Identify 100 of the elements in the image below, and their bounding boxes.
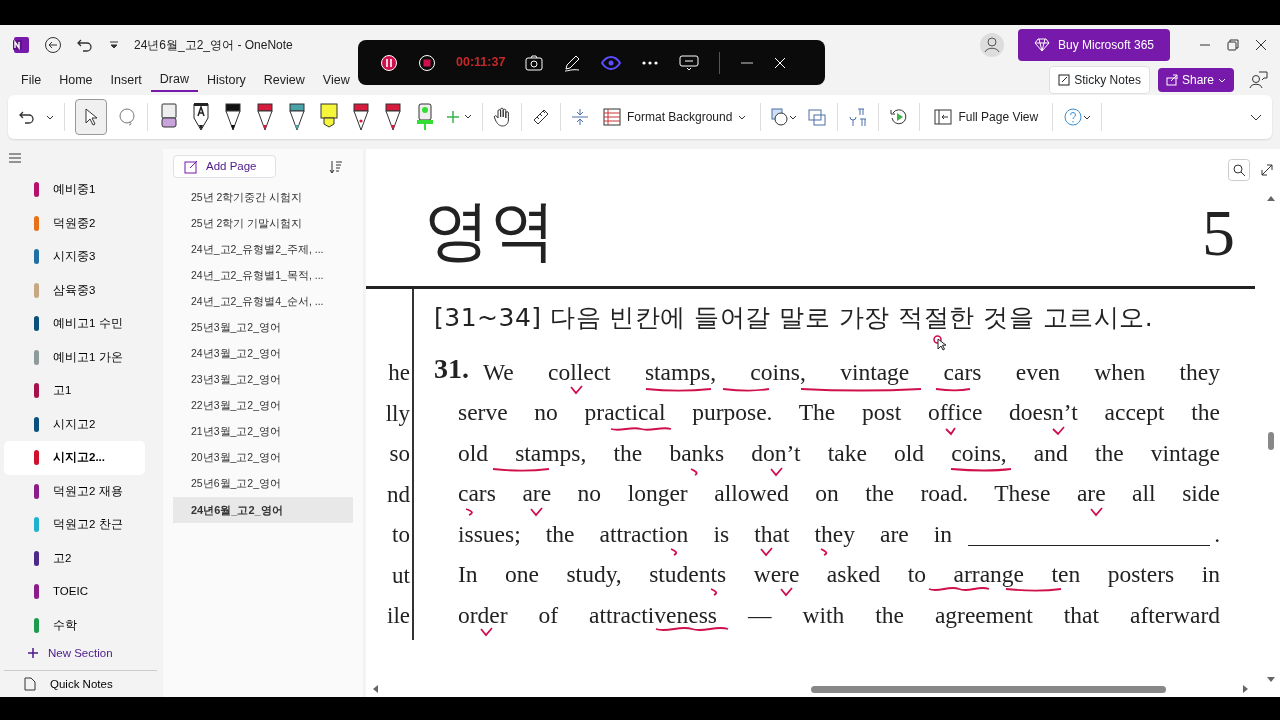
menu-tab[interactable]: Draw	[150, 67, 198, 93]
full-page-icon	[934, 108, 953, 126]
lasso-icon[interactable]	[117, 107, 137, 127]
onenote-logo-icon[interactable]	[12, 36, 30, 54]
search-icon[interactable]	[1228, 159, 1250, 181]
section-tab[interactable]: 시지고2	[4, 407, 145, 442]
page-item[interactable]: 25년 2학기중간 시험지	[173, 185, 353, 212]
section-tab[interactable]: 덕원고2 찬근	[4, 508, 145, 542]
page-item[interactable]: 20년3월_고2_영어	[173, 445, 353, 472]
menu-icon[interactable]	[7, 151, 23, 165]
buy-button[interactable]: Buy Microsoft 365	[1017, 29, 1170, 61]
section-tab[interactable]: 덕원고2 재용	[4, 474, 145, 509]
caption-icon[interactable]	[679, 54, 700, 71]
section-tab[interactable]: 고1	[4, 374, 145, 408]
page-item[interactable]: 24년_고2_유형별4_순서, ...	[173, 289, 353, 316]
edit-icon	[184, 159, 198, 174]
window-title: 24년6월_고2_영어 - OneNote	[134, 37, 293, 54]
pen-icon[interactable]	[190, 102, 212, 132]
ink-to-math-icon[interactable]	[848, 107, 869, 127]
new-section-button[interactable]: New Section	[4, 642, 145, 665]
eye-icon[interactable]	[601, 55, 622, 70]
feedback-icon[interactable]	[1248, 70, 1268, 90]
pen-icon[interactable]	[350, 102, 372, 132]
help-icon[interactable]	[1063, 107, 1092, 127]
full-page-view-button[interactable]: Full Page View	[930, 104, 1043, 130]
add-page-button[interactable]: Add Page	[173, 155, 276, 179]
pen-icon[interactable]	[563, 53, 582, 72]
passage-line: serve no practical purpose. The post office doesn’t accept the	[457, 398, 1220, 427]
plus-icon	[28, 648, 38, 659]
quick-access-dropdown-icon[interactable]	[108, 39, 120, 51]
shapes-icon[interactable]	[771, 108, 798, 126]
question-number: 31.	[434, 354, 469, 386]
page-icon	[24, 677, 36, 692]
page-item[interactable]: 24년6월_고2_영어	[173, 497, 353, 524]
expand-icon[interactable]	[1260, 163, 1274, 177]
menu-tab[interactable]: Insert	[101, 68, 151, 92]
section-tab[interactable]: 예비고1 가온	[4, 340, 145, 375]
menu-tab[interactable]: History	[197, 68, 255, 92]
sort-icon[interactable]	[329, 159, 343, 174]
mouse-cursor-icon	[933, 335, 947, 351]
menu-tab[interactable]: Home	[50, 68, 102, 92]
passage-line: We collect stamps, coins, vintage cars even when they	[483, 357, 1220, 387]
stop-icon[interactable]	[418, 53, 436, 72]
caret-icon	[1218, 76, 1226, 84]
avatar-icon[interactable]	[979, 33, 1004, 57]
section-tab[interactable]: 삼육중3	[4, 273, 145, 308]
menu-tab[interactable]: File	[12, 68, 51, 92]
page-item[interactable]: 24년_고2_유형별1_목적, ...	[173, 263, 353, 290]
margin-text: ile	[386, 602, 411, 630]
margin-text: he	[387, 359, 411, 387]
section-tab[interactable]: 시지고2...	[4, 441, 145, 475]
pen-icon[interactable]	[222, 102, 244, 132]
passage-line: order of attractiveness — with the agreement that afterward	[457, 600, 1220, 630]
section-tab[interactable]: TOEIC	[4, 575, 145, 609]
share-icon	[1165, 74, 1178, 86]
caret-icon	[738, 113, 747, 121]
page-item[interactable]: 24년3월_고2_영어	[173, 341, 353, 368]
passage-line: old stamps, the banks don’t take old coins, and the vintage	[457, 438, 1220, 468]
margin-text: so	[388, 440, 411, 468]
page-item[interactable]: 24년_고2_유형별2_주제, ...	[173, 237, 353, 264]
sticky-notes-button[interactable]: Sticky Notes	[1049, 66, 1150, 94]
back-icon[interactable]	[44, 36, 62, 54]
section-tab[interactable]: 예비중1	[4, 173, 145, 207]
passage-text: .	[1214, 519, 1220, 549]
section-tab[interactable]: 덕원중2	[4, 206, 145, 241]
section-tab[interactable]: 고2	[4, 541, 145, 576]
recording-timer: 00:11:37	[456, 54, 506, 72]
margin-text: nd	[386, 480, 411, 509]
page-item[interactable]: 23년3월_고2_영어	[173, 367, 353, 394]
pause-icon[interactable]	[380, 53, 398, 72]
select-tool-button[interactable]	[75, 99, 107, 135]
format-background-button[interactable]: Format Background	[599, 104, 751, 130]
pen-icon[interactable]	[286, 102, 308, 132]
quick-notes-button[interactable]: Quick Notes	[4, 671, 145, 698]
pen-icon[interactable]	[254, 102, 276, 132]
menu-tab[interactable]: View	[313, 68, 359, 92]
close-icon[interactable]	[1254, 38, 1268, 52]
caret-icon[interactable]	[46, 113, 54, 121]
menu-tab[interactable]: Review	[254, 68, 314, 92]
passage-line: In one study, students were asked to arrange ten posters in	[457, 560, 1220, 589]
section-tab[interactable]: 수학	[4, 608, 145, 643]
page-item[interactable]: 25년3월_고2_영어	[173, 315, 353, 342]
margin-text: ut	[391, 561, 411, 590]
camera-icon[interactable]	[525, 54, 544, 71]
section-tab[interactable]: 시지중3	[4, 240, 145, 274]
page-item[interactable]: 25년6월_고2_영어	[173, 471, 353, 498]
passage-line: issues; the attraction is that they are in	[458, 519, 953, 549]
section-tab[interactable]: 예비고1 수민	[4, 307, 145, 341]
share-button[interactable]: Share	[1157, 68, 1234, 92]
restore-icon[interactable]	[1226, 38, 1240, 52]
ink-to-shape-icon[interactable]	[807, 107, 828, 127]
add-pen-icon[interactable]	[446, 110, 472, 124]
page-item[interactable]: 22년3월_고2_영어	[173, 393, 353, 420]
hand-icon[interactable]	[493, 107, 511, 127]
more-icon[interactable]	[641, 59, 660, 66]
page-item[interactable]: 21년3월_고2_영어	[173, 419, 353, 446]
ruler-icon[interactable]	[532, 108, 550, 126]
page-item[interactable]: 25년 2학기 기말시험지	[173, 211, 353, 238]
space-icon[interactable]	[571, 108, 589, 126]
pen-icon[interactable]	[382, 102, 404, 132]
